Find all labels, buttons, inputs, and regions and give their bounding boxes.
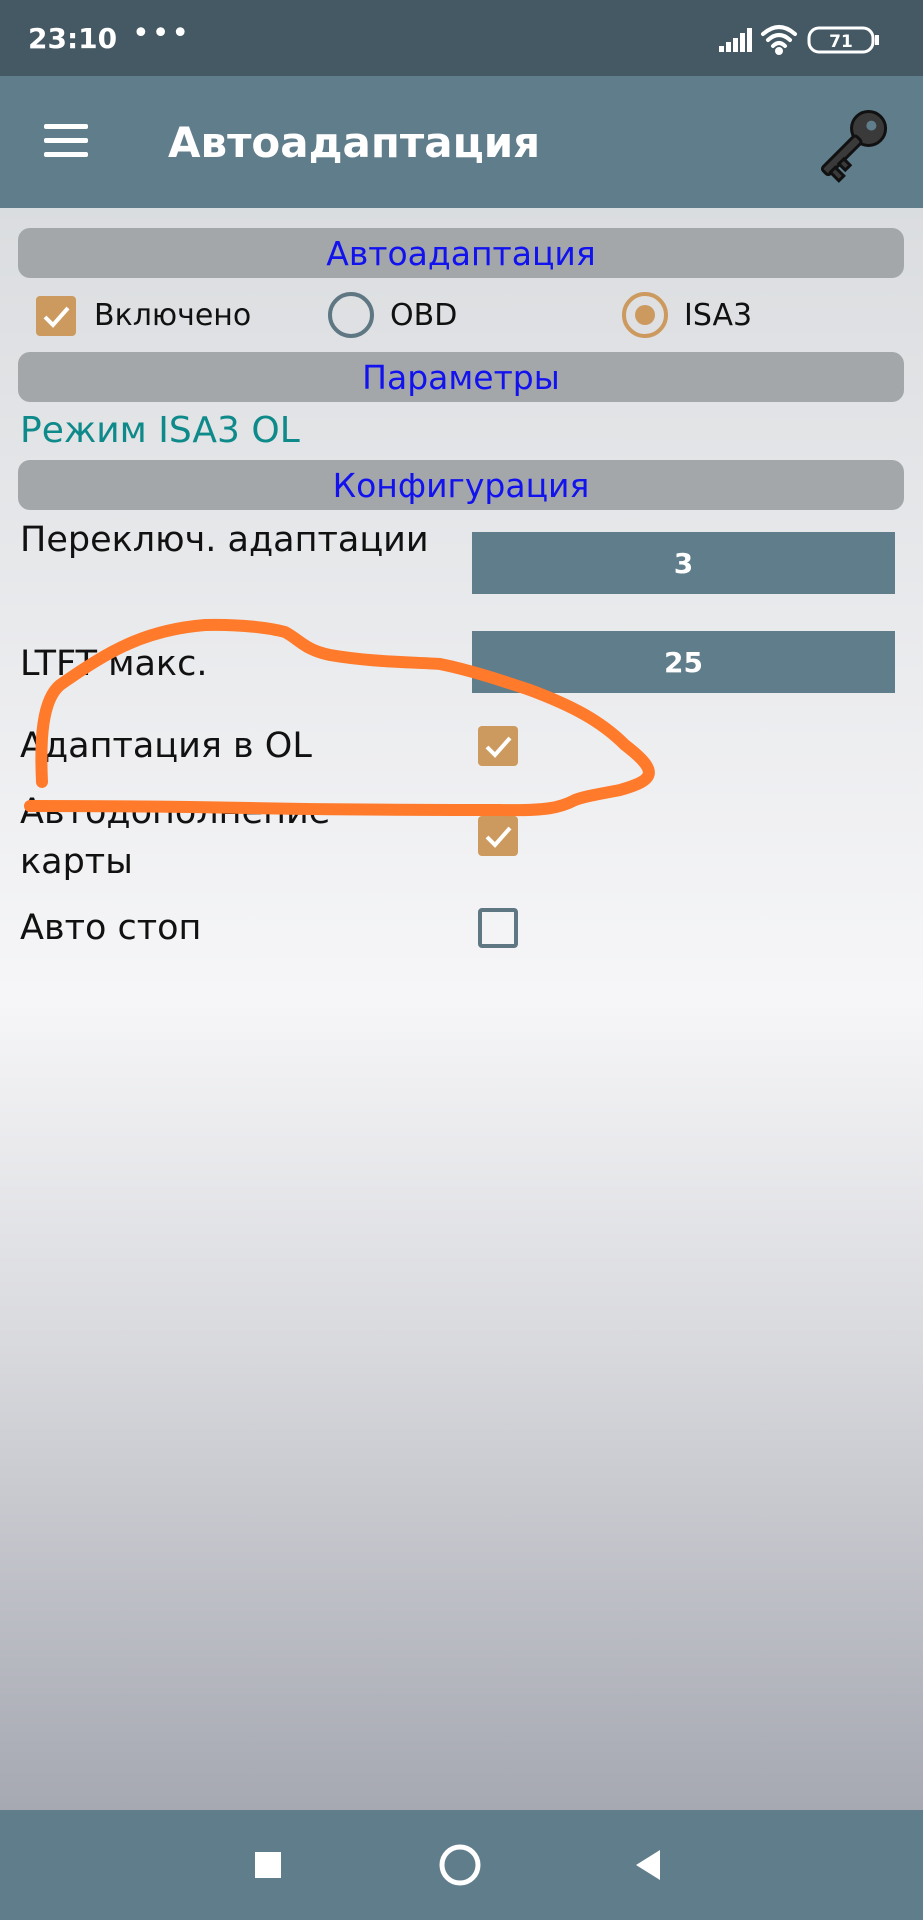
status-bar: 23:10 ••• 71 bbox=[0, 0, 923, 76]
notification-dots: ••• bbox=[132, 16, 192, 51]
autostop-checkbox[interactable] bbox=[478, 908, 518, 948]
home-circle-icon[interactable] bbox=[435, 1840, 485, 1890]
ltft-max-label: LTFT макс. bbox=[20, 644, 208, 684]
isa3-label: ISA3 bbox=[684, 298, 753, 333]
recents-square-icon[interactable] bbox=[243, 1840, 293, 1890]
page-title: Автоадаптация bbox=[168, 118, 541, 167]
signal-icon bbox=[719, 28, 752, 52]
switch-adaptation-value[interactable]: 3 bbox=[472, 532, 895, 594]
key-icon[interactable] bbox=[803, 94, 903, 194]
map-autocomplete-label-line1: Автодополнение bbox=[20, 792, 331, 832]
ltft-max-value[interactable]: 25 bbox=[472, 631, 895, 693]
check-icon bbox=[485, 736, 512, 758]
wifi-icon bbox=[761, 25, 797, 55]
adaptation-ol-checkbox[interactable] bbox=[478, 726, 518, 766]
navigation-bar bbox=[0, 1810, 923, 1920]
obd-radio[interactable] bbox=[328, 292, 374, 338]
enabled-label: Включено bbox=[94, 298, 252, 333]
switch-adaptation-label: Переключ. адаптации bbox=[20, 520, 429, 560]
map-autocomplete-label-line2: карты bbox=[20, 842, 133, 882]
section-header-config: Конфигурация bbox=[18, 460, 904, 510]
check-icon bbox=[485, 826, 512, 848]
battery-icon: 71 bbox=[807, 26, 879, 54]
check-icon bbox=[43, 306, 70, 328]
adaptation-ol-label: Адаптация в OL bbox=[20, 726, 312, 766]
section-header-params: Параметры bbox=[18, 352, 904, 402]
annotation-scribble bbox=[24, 618, 655, 817]
map-autocomplete-checkbox[interactable] bbox=[478, 816, 518, 856]
hamburger-menu-icon[interactable] bbox=[30, 112, 100, 172]
mode-text: Режим ISA3 OL bbox=[20, 410, 300, 451]
battery-level: 71 bbox=[829, 32, 853, 52]
app-bar: Автоадаптация bbox=[0, 76, 923, 208]
autostop-label: Авто стоп bbox=[20, 908, 202, 948]
section-header-autoadapt: Автоадаптация bbox=[18, 228, 904, 278]
status-icons: 71 bbox=[719, 25, 879, 55]
back-triangle-icon[interactable] bbox=[624, 1840, 674, 1890]
isa3-radio[interactable] bbox=[622, 292, 668, 338]
status-time: 23:10 bbox=[28, 22, 118, 55]
obd-label: OBD bbox=[390, 298, 458, 333]
enabled-checkbox[interactable] bbox=[36, 296, 76, 336]
